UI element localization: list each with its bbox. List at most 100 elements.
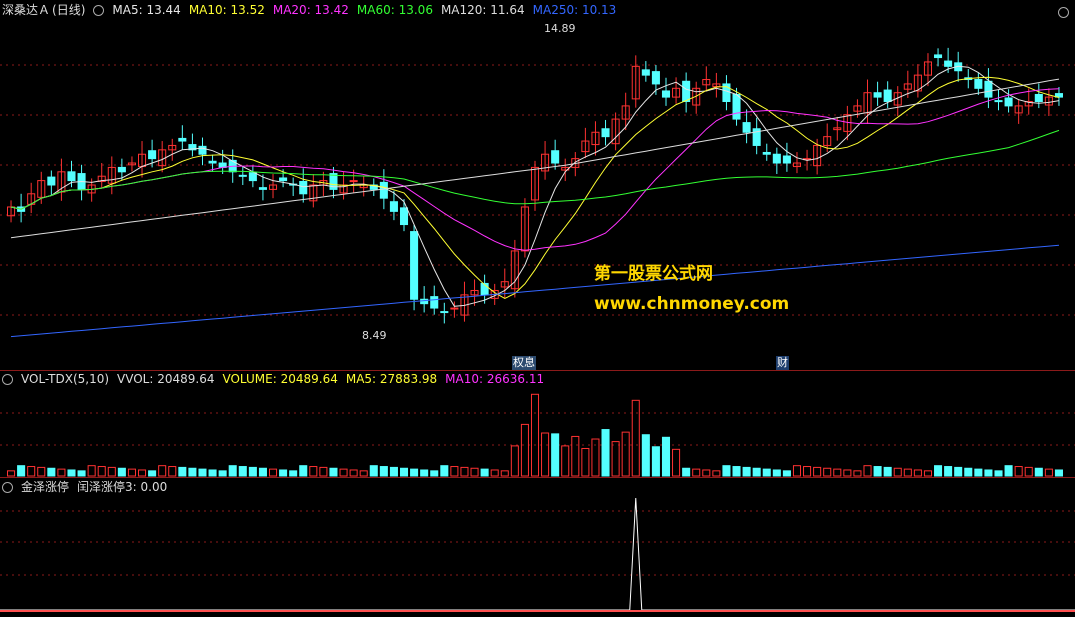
volume-title[interactable]: VOL-TDX(5,10) [21,371,109,387]
volume-bar [178,466,187,477]
volume-bar [732,466,741,477]
volume-bar [944,466,953,477]
volume-bar [369,465,378,477]
volume-bar [107,466,116,477]
candle-body [238,174,247,177]
indicator-circle-icon[interactable] [2,482,13,493]
candle-body [551,150,560,164]
volume-bar [712,470,721,477]
volume-bar [1044,468,1053,477]
indicator-title[interactable]: 金泽涨停 [21,479,69,495]
volume-bar [551,433,560,477]
volume-bar [833,468,842,477]
volume-bar [258,467,267,477]
ma120-label: MA120: 11.64 [440,3,525,17]
finance-tag[interactable]: 财 [776,356,789,370]
volume-bar [752,467,761,477]
candle-body [117,166,126,173]
candle-body [349,180,358,183]
volume-bar [702,469,711,477]
main-header: 深桑达Ａ (日线) MA5: 13.44 MA10: 13.52 MA20: 13… [2,2,616,18]
stock-name[interactable]: 深桑达Ａ [2,2,50,18]
ma5-label: MA5: 13.44 [112,3,181,17]
volume-bar [158,465,167,477]
volume-bar [510,445,519,477]
volume-bar [1024,466,1033,477]
volume-bar [974,468,983,477]
candle-body [399,207,409,226]
volume-bar [490,469,499,477]
candle-body [148,150,157,160]
volume-bar [782,470,791,477]
volume-bar [279,469,288,477]
volume-bar [994,470,1003,477]
volume-bar [47,467,56,477]
volume-circle-icon[interactable] [2,374,13,385]
volume-bar [853,470,862,477]
candle-body [661,90,671,98]
candle-body [379,181,388,199]
candle-body [178,137,187,142]
candle-body [994,100,1003,103]
volume-bar [198,468,207,477]
volume-bar [7,470,16,477]
volume-bar [923,470,932,477]
volume-bar [762,468,771,477]
volume-bar [77,470,86,477]
candle-body [601,128,610,138]
volume-bar [621,431,630,477]
volume-bar [248,466,257,477]
volume-bar [188,467,197,477]
candle-body [198,145,207,155]
settings-circle-icon[interactable] [93,5,105,16]
volume-bar [934,465,943,477]
ma20-label: MA20: 13.42 [272,3,349,17]
watermark-url: www.chnmoney.com [594,294,790,314]
volume-bar [984,469,993,477]
volume-bar [692,468,701,477]
volume-bar [611,441,620,477]
grid-lines [0,64,1075,576]
candle-body [944,60,953,67]
expand-circle-icon[interactable] [1058,7,1069,18]
indicator-header: 金泽涨停 闰泽涨停3: 0.00 [2,479,167,495]
candle-body [208,160,217,164]
volume-bar [299,465,308,477]
vol-ma10-label: MA10: 26636.11 [445,372,545,386]
candle-body [934,54,943,59]
candle-body [299,180,308,195]
candle-body [883,89,892,102]
volume-bar [440,465,449,477]
ma60-label: MA60: 13.06 [356,3,433,17]
candle-body [762,151,771,155]
candle-body [742,122,751,133]
volume-bar [399,467,409,477]
candle-body [248,172,257,182]
candle-body [47,176,56,186]
volume-bar [27,466,36,477]
volume-bar [500,470,509,477]
rights-tag[interactable]: 权息 [512,356,536,370]
volume-bar [843,469,852,477]
candle-body [450,307,459,310]
period-label[interactable]: (日线) [52,2,85,18]
volume-bar [319,466,328,477]
volume-bar [561,445,570,477]
volume-bar [581,447,590,477]
volume-bar [661,436,671,477]
volume-bar [289,470,298,477]
volume-bar [460,466,469,477]
volume-bar [792,465,802,477]
volume-bar [803,466,812,477]
volume-bar [450,466,459,477]
volume-header: VOL-TDX(5,10) VVOL: 20489.64 VOLUME: 204… [2,371,544,387]
candle-body [974,79,983,89]
volume-bar [228,465,237,477]
candle-body [430,296,439,309]
candle-body [67,171,76,182]
volume-bar [913,469,922,477]
volume-bar [218,470,227,477]
volume-bar [520,423,529,477]
volume-bar [541,432,550,477]
candle-body [984,80,993,98]
